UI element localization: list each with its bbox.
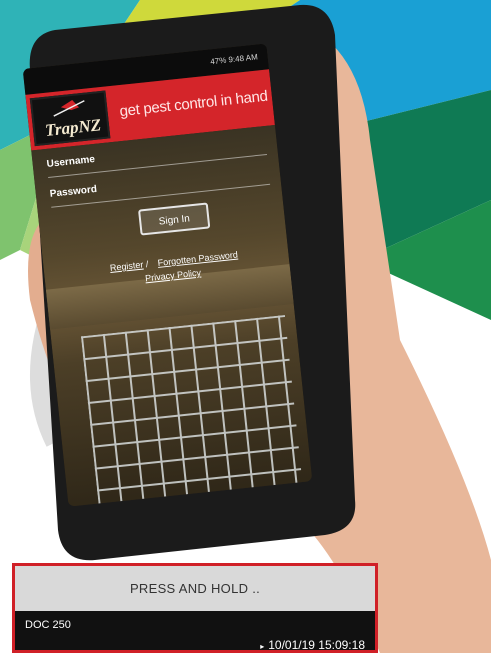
phone: 47% 9:48 AM TrapNZ get pest control in h…	[0, 0, 491, 560]
link-separator: /	[145, 258, 149, 270]
sign-in-button[interactable]: Sign In	[138, 202, 211, 236]
password-label: Password	[49, 183, 98, 200]
app-tagline: get pest control in hand	[118, 87, 269, 121]
register-link[interactable]: Register	[109, 260, 143, 273]
play-arrow-icon: ▸	[260, 642, 265, 651]
timestamp-text: 10/01/19 15:09:18	[268, 638, 365, 652]
trap-name: DOC 250	[25, 619, 71, 631]
trap-mesh	[80, 314, 303, 506]
trap-photo: Username Password Sign In Register / For…	[31, 124, 313, 507]
press-hold-panel: PRESS AND HOLD .. DOC 250 ▸ 10/01/19 15:0…	[12, 563, 378, 653]
trap-timestamp: ▸ 10/01/19 15:09:18	[260, 638, 365, 652]
phone-screen: 47% 9:48 AM TrapNZ get pest control in h…	[22, 43, 313, 507]
username-label: Username	[46, 153, 96, 170]
press-and-hold-button[interactable]: PRESS AND HOLD ..	[15, 566, 375, 611]
trapnz-logo: TrapNZ	[29, 90, 111, 147]
forgotten-password-link[interactable]: Forgotten Password	[157, 250, 238, 268]
